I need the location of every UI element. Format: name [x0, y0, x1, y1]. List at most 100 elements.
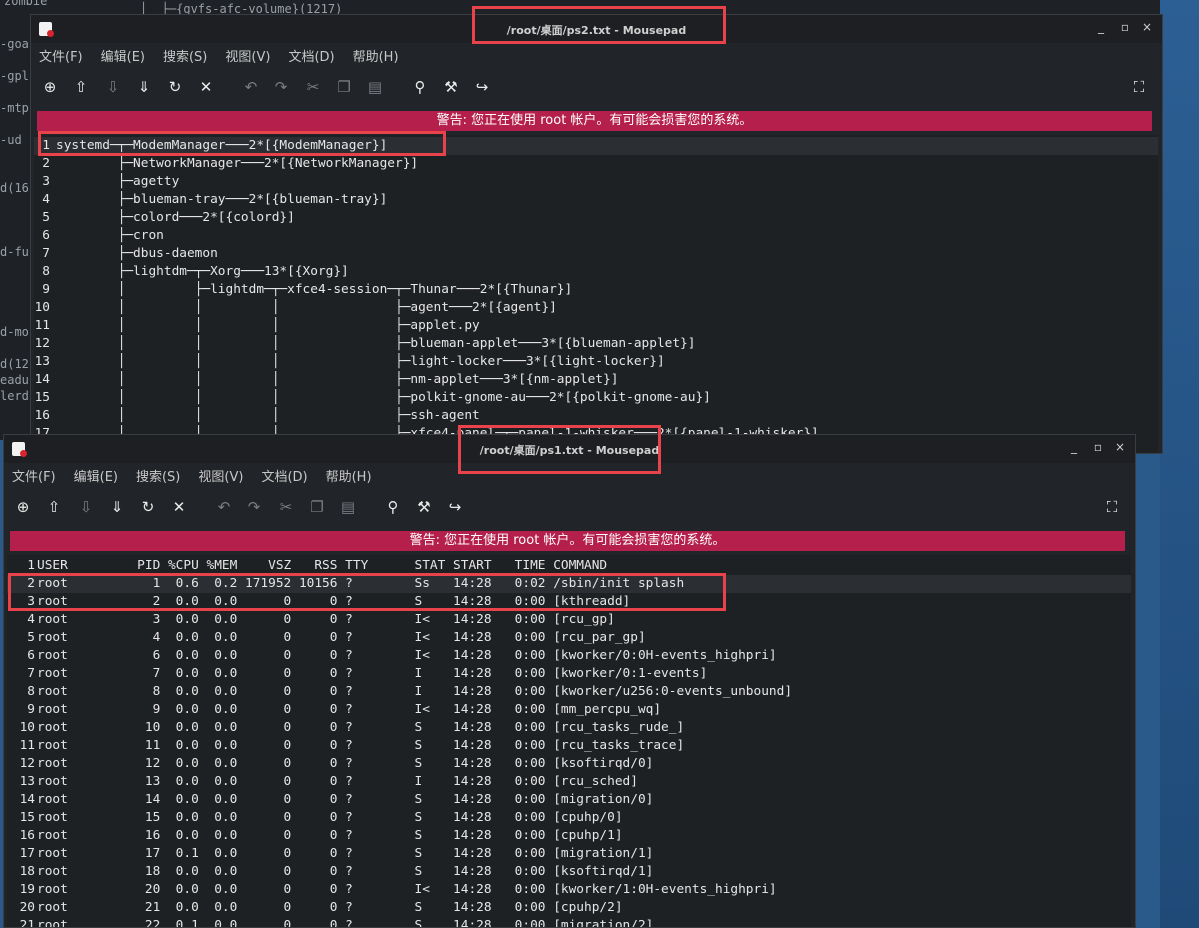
- find-replace-icon[interactable]: ⚒: [441, 77, 461, 97]
- editor-line[interactable]: 4 ├─blueman-tray───2*[{blueman-tray}]: [34, 191, 1158, 209]
- paste-icon[interactable]: ▤: [365, 77, 385, 97]
- editor-line[interactable]: 1 systemd─┬─ModemManager───2*[{ModemManag…: [34, 137, 1158, 155]
- save-icon[interactable]: ⇩: [76, 497, 96, 517]
- menu-search[interactable]: 搜索(S): [163, 46, 207, 65]
- editor-line[interactable]: 16 │ │ │ ├─ssh-agent: [34, 407, 1158, 425]
- menu-document[interactable]: 文档(D): [261, 466, 307, 485]
- editor-line[interactable]: 8 ├─lightdm─┬─Xorg───13*[{Xorg}]: [34, 263, 1158, 281]
- menu-edit[interactable]: 编辑(E): [74, 466, 118, 485]
- minimize-button[interactable]: _: [1093, 20, 1109, 34]
- editor-line[interactable]: 7 root 7 0.0 0.0 0 0 ? I 14:28 0:00 [kwor…: [7, 665, 1131, 683]
- reload-icon[interactable]: ↻: [165, 77, 185, 97]
- go-to-line-icon[interactable]: ↪: [445, 497, 465, 517]
- title-bar[interactable]: /root/桌面/ps1.txt - Mousepad _ ▫ ×: [4, 435, 1135, 463]
- find-icon[interactable]: ⚲: [383, 497, 403, 517]
- close-button[interactable]: ×: [1112, 440, 1128, 454]
- cut-icon[interactable]: ✂: [276, 497, 296, 517]
- line-number: 12: [34, 336, 50, 351]
- editor-line[interactable]: 2 root 1 0.6 0.2 171952 10156 ? Ss 14:28 …: [7, 575, 1131, 593]
- find-replace-icon[interactable]: ⚒: [414, 497, 434, 517]
- new-document-icon[interactable]: ⊕: [13, 497, 33, 517]
- fullscreen-icon[interactable]: ⛶: [1102, 497, 1122, 517]
- title-bar[interactable]: /root/桌面/ps2.txt - Mousepad _ ▫ ×: [31, 15, 1162, 43]
- minimize-button[interactable]: _: [1066, 440, 1082, 454]
- editor-line[interactable]: 2 ├─NetworkManager───2*[{NetworkManager}…: [34, 155, 1158, 173]
- menu-search[interactable]: 搜索(S): [136, 466, 180, 485]
- terminal-line: lerd: [0, 389, 29, 403]
- editor-line[interactable]: 16 root 16 0.0 0.0 0 0 ? S 14:28 0:00 [cp…: [7, 827, 1131, 845]
- editor-line[interactable]: 21 root 22 0.1 0.0 0 0 ? S 14:28 0:00 [mi…: [7, 917, 1131, 927]
- editor-line[interactable]: 6 root 6 0.0 0.0 0 0 ? I< 14:28 0:00 [kwo…: [7, 647, 1131, 665]
- line-number: 1: [42, 138, 50, 153]
- open-file-icon[interactable]: ⇧: [71, 77, 91, 97]
- editor-line[interactable]: 11 root 11 0.0 0.0 0 0 ? S 14:28 0:00 [rc…: [7, 737, 1131, 755]
- menu-view[interactable]: 视图(V): [198, 466, 243, 485]
- menu-help[interactable]: 帮助(H): [326, 466, 372, 485]
- editor-line[interactable]: 6 ├─cron: [34, 227, 1158, 245]
- undo-icon[interactable]: ↶: [241, 77, 261, 97]
- editor-line[interactable]: 13 root 13 0.0 0.0 0 0 ? I 14:28 0:00 [rc…: [7, 773, 1131, 791]
- toolbar: ⊕ ⇧ ⇩ ⇓ ↻ ✕ ↶ ↷ ✂ ❐ ▤ ⚲ ⚒ ↪ ⛶: [4, 487, 1135, 527]
- redo-icon[interactable]: ↷: [271, 77, 291, 97]
- menu-edit[interactable]: 编辑(E): [101, 46, 145, 65]
- menu-document[interactable]: 文档(D): [288, 46, 334, 65]
- line-number: 8: [42, 264, 50, 279]
- close-document-icon[interactable]: ✕: [196, 77, 216, 97]
- editor-line[interactable]: 4 root 3 0.0 0.0 0 0 ? I< 14:28 0:00 [rcu…: [7, 611, 1131, 629]
- editor-line[interactable]: 9 │ ├─lightdm─┬─xfce4-session─┬─Thunar──…: [34, 281, 1158, 299]
- redo-icon[interactable]: ↷: [244, 497, 264, 517]
- new-document-icon[interactable]: ⊕: [40, 77, 60, 97]
- cut-icon[interactable]: ✂: [303, 77, 323, 97]
- save-as-icon[interactable]: ⇓: [107, 497, 127, 517]
- text-editor[interactable]: 1 USER PID %CPU %MEM VSZ RSS TTY STAT STA…: [7, 555, 1131, 927]
- text-editor[interactable]: 1 systemd─┬─ModemManager───2*[{ModemManag…: [34, 135, 1158, 453]
- line-text: root 11 0.0 0.0 0 0 ? S 14:28 0:00 [rcu_…: [37, 738, 685, 753]
- editor-line[interactable]: 9 root 9 0.0 0.0 0 0 ? I< 14:28 0:00 [mm_…: [7, 701, 1131, 719]
- find-icon[interactable]: ⚲: [410, 77, 430, 97]
- menu-file[interactable]: 文件(F): [12, 466, 56, 485]
- copy-icon[interactable]: ❐: [307, 497, 327, 517]
- menu-file[interactable]: 文件(F): [39, 46, 83, 65]
- editor-line[interactable]: 14 root 14 0.0 0.0 0 0 ? S 14:28 0:00 [mi…: [7, 791, 1131, 809]
- line-number: 6: [42, 228, 50, 243]
- fullscreen-icon[interactable]: ⛶: [1129, 77, 1149, 97]
- editor-line[interactable]: 11 │ │ │ ├─applet.py: [34, 317, 1158, 335]
- editor-line[interactable]: 19 root 20 0.0 0.0 0 0 ? I< 14:28 0:00 [k…: [7, 881, 1131, 899]
- editor-line[interactable]: 1 USER PID %CPU %MEM VSZ RSS TTY STAT STA…: [7, 557, 1131, 575]
- save-icon[interactable]: ⇩: [103, 77, 123, 97]
- undo-icon[interactable]: ↶: [214, 497, 234, 517]
- editor-line[interactable]: 3 root 2 0.0 0.0 0 0 ? S 14:28 0:00 [kthr…: [7, 593, 1131, 611]
- copy-icon[interactable]: ❐: [334, 77, 354, 97]
- editor-line[interactable]: 15 root 15 0.0 0.0 0 0 ? S 14:28 0:00 [cp…: [7, 809, 1131, 827]
- editor-line[interactable]: 3 ├─agetty: [34, 173, 1158, 191]
- editor-line[interactable]: 12 │ │ │ ├─blueman-applet───3*[{blueman-…: [34, 335, 1158, 353]
- editor-line[interactable]: 13 │ │ │ ├─light-locker───3*[{light-lock…: [34, 353, 1158, 371]
- line-number: 9: [42, 282, 50, 297]
- go-to-line-icon[interactable]: ↪: [472, 77, 492, 97]
- editor-line[interactable]: 18 root 18 0.0 0.0 0 0 ? S 14:28 0:00 [ks…: [7, 863, 1131, 881]
- editor-line[interactable]: 7 ├─dbus-daemon: [34, 245, 1158, 263]
- editor-line[interactable]: 5 ├─colord───2*[{colord}]: [34, 209, 1158, 227]
- open-file-icon[interactable]: ⇧: [44, 497, 64, 517]
- editor-line[interactable]: 15 │ │ │ ├─polkit-gnome-au───2*[{polkit-…: [34, 389, 1158, 407]
- menu-view[interactable]: 视图(V): [225, 46, 270, 65]
- editor-line[interactable]: 14 │ │ │ ├─nm-applet───3*[{nm-applet}]: [34, 371, 1158, 389]
- line-text: root 14 0.0 0.0 0 0 ? S 14:28 0:00 [migr…: [37, 792, 654, 807]
- editor-line[interactable]: 10 root 10 0.0 0.0 0 0 ? S 14:28 0:00 [rc…: [7, 719, 1131, 737]
- close-document-icon[interactable]: ✕: [169, 497, 189, 517]
- maximize-button[interactable]: ▫: [1117, 20, 1133, 34]
- line-text: root 20 0.0 0.0 0 0 ? I< 14:28 0:00 [kwo…: [37, 882, 777, 897]
- menu-help[interactable]: 帮助(H): [353, 46, 399, 65]
- paste-icon[interactable]: ▤: [338, 497, 358, 517]
- editor-line[interactable]: 10 │ │ │ ├─agent───2*[{agent}]: [34, 299, 1158, 317]
- editor-line[interactable]: 8 root 8 0.0 0.0 0 0 ? I 14:28 0:00 [kwor…: [7, 683, 1131, 701]
- editor-line[interactable]: 20 root 21 0.0 0.0 0 0 ? S 14:28 0:00 [cp…: [7, 899, 1131, 917]
- editor-line[interactable]: 5 root 4 0.0 0.0 0 0 ? I< 14:28 0:00 [rcu…: [7, 629, 1131, 647]
- line-text: │ │ │ ├─agent───2*[{agent}]: [56, 300, 557, 315]
- editor-line[interactable]: 12 root 12 0.0 0.0 0 0 ? S 14:28 0:00 [ks…: [7, 755, 1131, 773]
- save-as-icon[interactable]: ⇓: [134, 77, 154, 97]
- close-button[interactable]: ×: [1139, 20, 1155, 34]
- reload-icon[interactable]: ↻: [138, 497, 158, 517]
- maximize-button[interactable]: ▫: [1090, 440, 1106, 454]
- editor-line[interactable]: 17 root 17 0.1 0.0 0 0 ? S 14:28 0:00 [mi…: [7, 845, 1131, 863]
